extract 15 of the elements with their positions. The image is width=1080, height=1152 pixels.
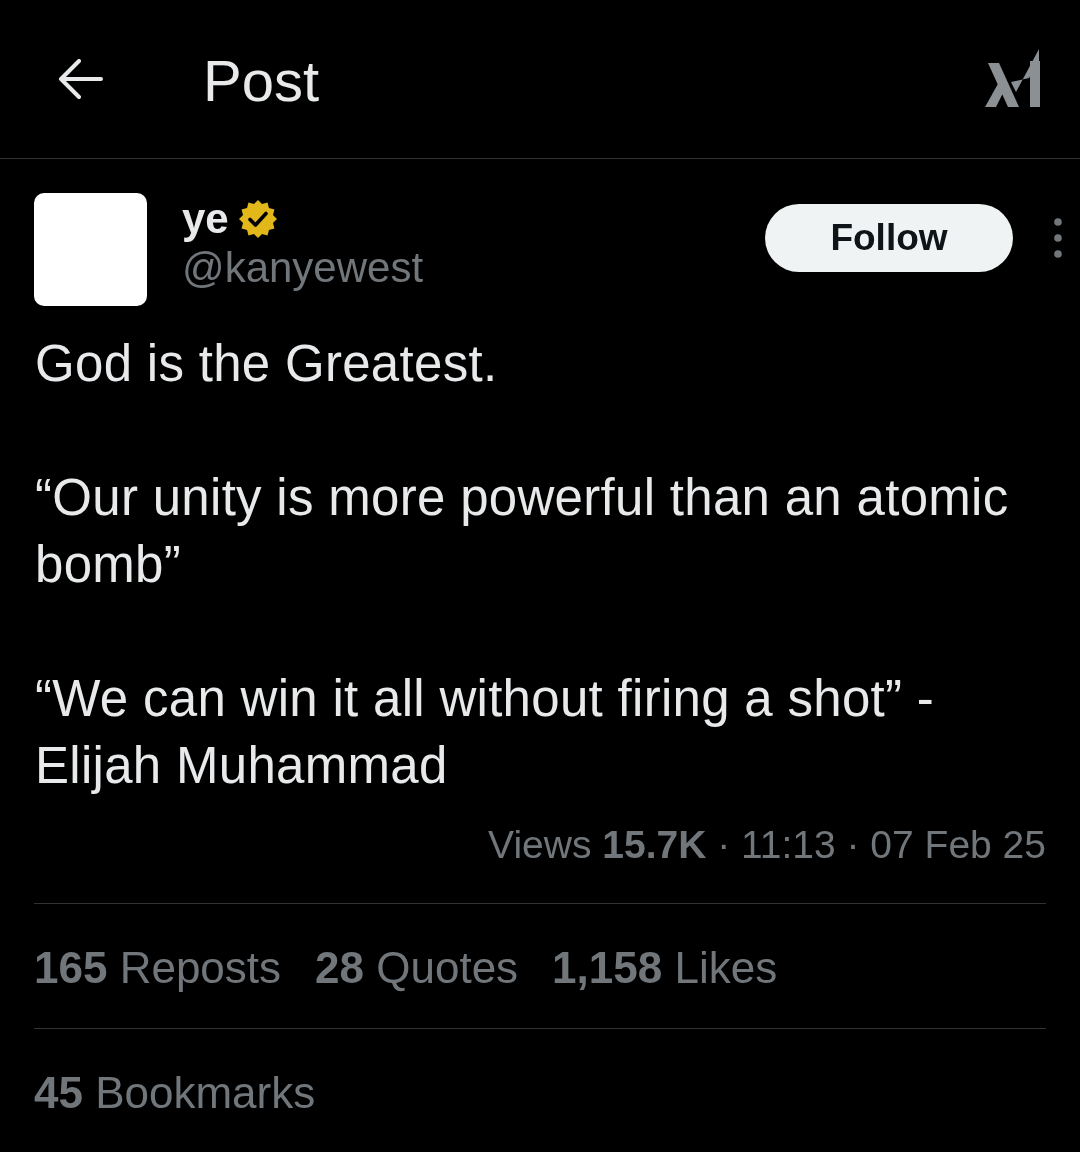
bookmarks-stat-link[interactable]: 45 Bookmarks: [34, 1063, 316, 1123]
engagement-stat-link[interactable]: 165 Reposts: [34, 938, 282, 998]
display-name[interactable]: ye: [182, 195, 229, 243]
back-arrow-icon[interactable]: [57, 59, 103, 99]
user-handle[interactable]: @kanyewest: [182, 243, 424, 293]
follow-button[interactable]: Follow: [765, 204, 1013, 272]
engagement-stat-link[interactable]: 28 Quotes: [315, 938, 519, 998]
app-logo-icon[interactable]: [985, 49, 1040, 109]
post-text: “Our unity is more powerful than an atomic bomb”: [35, 468, 1010, 595]
engagement-stat-link[interactable]: 1,158 Likes: [552, 938, 778, 998]
post-text: God is the Greatest.: [35, 334, 499, 394]
more-options-icon[interactable]: [1054, 218, 1062, 258]
post-meta: Views 15.7K · 11:13 · 07 Feb 25: [488, 823, 1046, 866]
post-text: “We can win it all without firing a shot” - Elijah Muhammad: [35, 669, 936, 796]
page-title: Post: [203, 48, 320, 110]
